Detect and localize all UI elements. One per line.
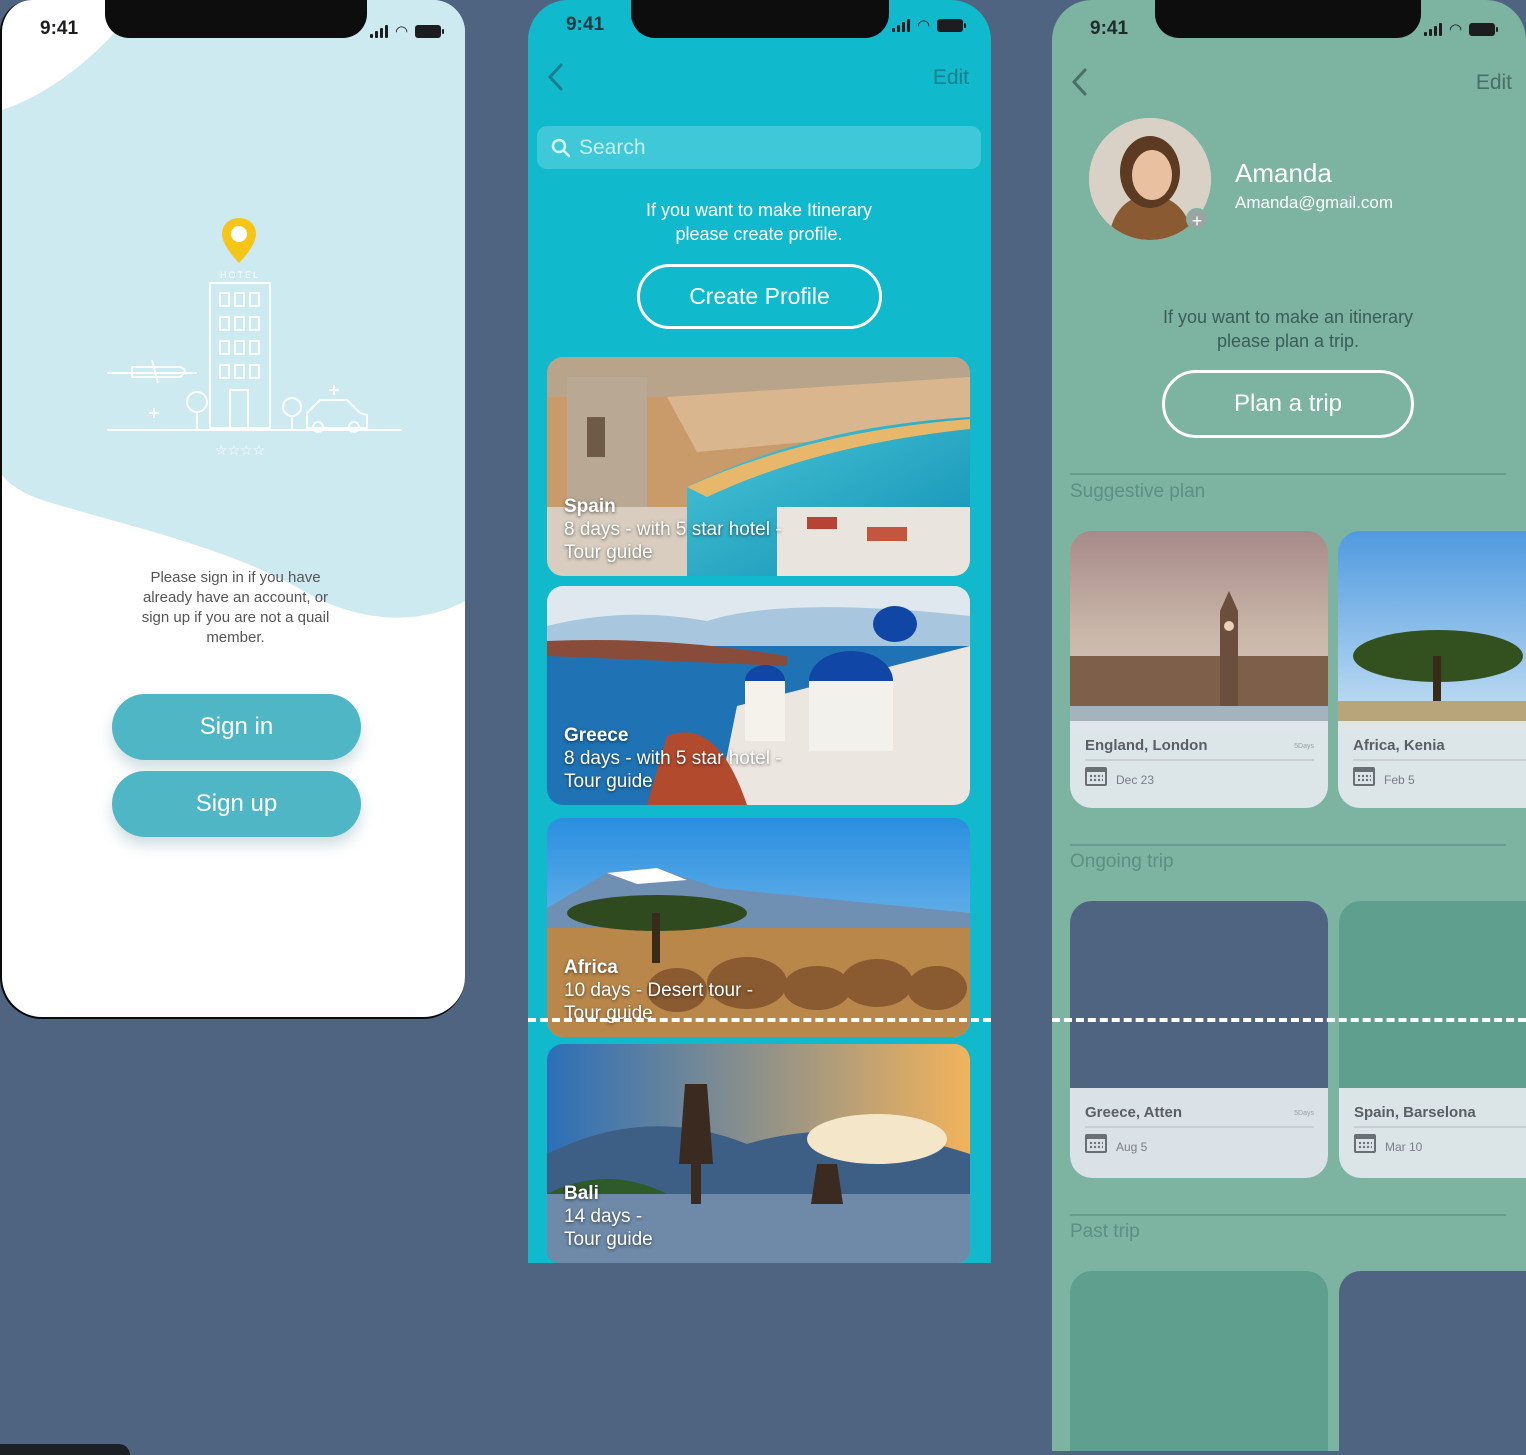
profile-name: Amanda [1235, 158, 1332, 188]
create-profile-prompt: If you want to make Itinerary please cre… [645, 200, 873, 244]
divider [1085, 759, 1314, 761]
destination-line1: 8 days - with 5 star hotel - [564, 519, 782, 540]
status-icons: ◠ [1424, 20, 1499, 38]
explore-screen: 9:41 ◠ Edit If you want to make Itinerar… [528, 0, 991, 1263]
trip-card-footer: Greece, Atten 5Days Aug 5 [1070, 1088, 1328, 1178]
destination-card-greece[interactable]: Greece 8 days - with 5 star hotel - Tour… [547, 586, 970, 805]
sign-up-button[interactable]: Sign up [112, 771, 361, 837]
create-profile-button[interactable]: Create Profile [637, 264, 882, 329]
calendar-icon [1354, 1134, 1376, 1153]
calendar-icon [1085, 1134, 1107, 1153]
card-text: Africa 10 days - Desert tour - Tour guid… [564, 956, 753, 1025]
destination-line1: 10 days - Desert tour - [564, 980, 754, 1001]
destination-card-bali[interactable]: Bali 14 days - Tour guide [547, 1044, 970, 1263]
divider [1070, 844, 1506, 846]
status-icons: ◠ [892, 16, 967, 34]
divider [1070, 1214, 1506, 1216]
hotel-sign: HOTEL [220, 270, 260, 280]
edit-button[interactable]: Edit [1476, 71, 1512, 95]
trip-location: Spain, Barselona [1354, 1104, 1476, 1121]
trip-card-london[interactable]: England, London 5Days Dec 23 [1070, 531, 1328, 808]
notch [631, 0, 889, 38]
destination-line2: Tour guide [564, 771, 653, 792]
card-text: Spain 8 days - with 5 star hotel - Tour … [564, 495, 782, 564]
battery-icon [937, 18, 967, 32]
trip-card-footer: Africa, Kenia Feb 5 [1338, 721, 1526, 808]
signal-icon [892, 18, 910, 32]
signal-icon [1424, 22, 1442, 36]
battery-icon [1469, 22, 1499, 36]
profile-screen: 9:41 ◠ Edit + Amanda Amanda@gmail.com If… [1052, 0, 1526, 1451]
suggestive-plan-title: Suggestive plan [1070, 481, 1206, 502]
ongoing-trip-title: Ongoing trip [1070, 851, 1174, 872]
wifi-icon: ◠ [1449, 21, 1463, 38]
destination-country: Greece [564, 725, 629, 746]
trip-date: Mar 10 [1385, 1140, 1423, 1154]
destination-card-africa[interactable]: Africa 10 days - Desert tour - Tour guid… [547, 818, 970, 1037]
destination-card-spain[interactable]: Spain 8 days - with 5 star hotel - Tour … [547, 357, 970, 576]
trip-card-kenia[interactable]: Africa, Kenia Feb 5 [1338, 531, 1526, 808]
calendar-icon [1353, 767, 1375, 786]
trip-card-footer: Spain, Barselona Mar 10 [1339, 1088, 1526, 1178]
wifi-icon: ◠ [395, 23, 409, 40]
divider [1354, 1126, 1526, 1128]
card-text: Bali 14 days - Tour guide [564, 1182, 653, 1251]
trip-card-greece[interactable]: Greece, Atten 5Days Aug 5 [1070, 901, 1328, 1178]
destination-country: Bali [564, 1183, 599, 1204]
plan-trip-prompt: If you want to make an itinerary please … [1162, 307, 1414, 351]
back-arrow-icon[interactable] [1070, 67, 1090, 97]
trip-card-barcelona[interactable]: Spain, Barselona Mar 10 [1339, 901, 1526, 1178]
calendar-icon [1085, 767, 1107, 786]
kenia-photo [1338, 531, 1526, 731]
trip-date: Aug 5 [1116, 1140, 1148, 1154]
trip-card-past-2[interactable] [1339, 1271, 1526, 1451]
trip-card-footer: England, London 5Days Dec 23 [1070, 721, 1328, 808]
search-bar [537, 126, 981, 169]
destination-line1: 14 days - [564, 1206, 643, 1227]
battery-icon [415, 24, 445, 38]
sign-in-message: Please sign in if you have already have … [141, 569, 330, 646]
destination-line2: Tour guide [564, 542, 653, 563]
notch [105, 0, 367, 38]
device-edge [0, 1444, 130, 1455]
fold-guide-line [528, 1018, 991, 1022]
search-input[interactable] [579, 135, 959, 160]
search-icon [551, 138, 571, 157]
fold-guide-line [1052, 1018, 1526, 1022]
star-rating: ☆☆☆☆ [215, 443, 265, 459]
status-icons: ◠ [370, 22, 445, 40]
london-photo [1070, 531, 1328, 731]
divider [1070, 473, 1506, 475]
status-time: 9:41 [40, 18, 79, 39]
sign-in-button[interactable]: Sign in [112, 694, 361, 760]
edit-button[interactable]: Edit [933, 66, 969, 90]
add-photo-icon[interactable]: + [1186, 208, 1208, 231]
trip-duration: 5Days [1294, 743, 1314, 750]
divider [1353, 759, 1526, 761]
trip-duration: 5Days [1294, 1110, 1314, 1117]
trip-date: Dec 23 [1116, 773, 1155, 787]
back-arrow-icon[interactable] [546, 62, 566, 92]
profile-email: Amanda@gmail.com [1235, 193, 1394, 212]
divider [1085, 1126, 1314, 1128]
wifi-icon: ◠ [917, 17, 931, 34]
trip-card-past-1[interactable] [1070, 1271, 1328, 1451]
notch [1155, 0, 1421, 38]
destination-line2: Tour guide [564, 1229, 653, 1250]
trip-location: Africa, Kenia [1353, 737, 1445, 754]
trip-location: England, London [1085, 737, 1208, 754]
past-trip-title: Past trip [1070, 1221, 1140, 1242]
trip-date: Feb 5 [1384, 773, 1415, 787]
signal-icon [370, 24, 388, 38]
plan-trip-button[interactable]: Plan a trip [1162, 370, 1414, 438]
location-pin-icon [222, 218, 256, 263]
welcome-screen: 9:41 ◠ HOTEL ☆☆☆☆ Please sign in if you … [0, 0, 465, 1019]
destination-country: Africa [564, 957, 618, 978]
status-time: 9:41 [1090, 18, 1129, 39]
status-time: 9:41 [566, 14, 605, 35]
destination-country: Spain [564, 496, 616, 517]
card-text: Greece 8 days - with 5 star hotel - Tour… [564, 724, 782, 793]
destination-line1: 8 days - with 5 star hotel - [564, 748, 782, 769]
trip-location: Greece, Atten [1085, 1104, 1182, 1121]
